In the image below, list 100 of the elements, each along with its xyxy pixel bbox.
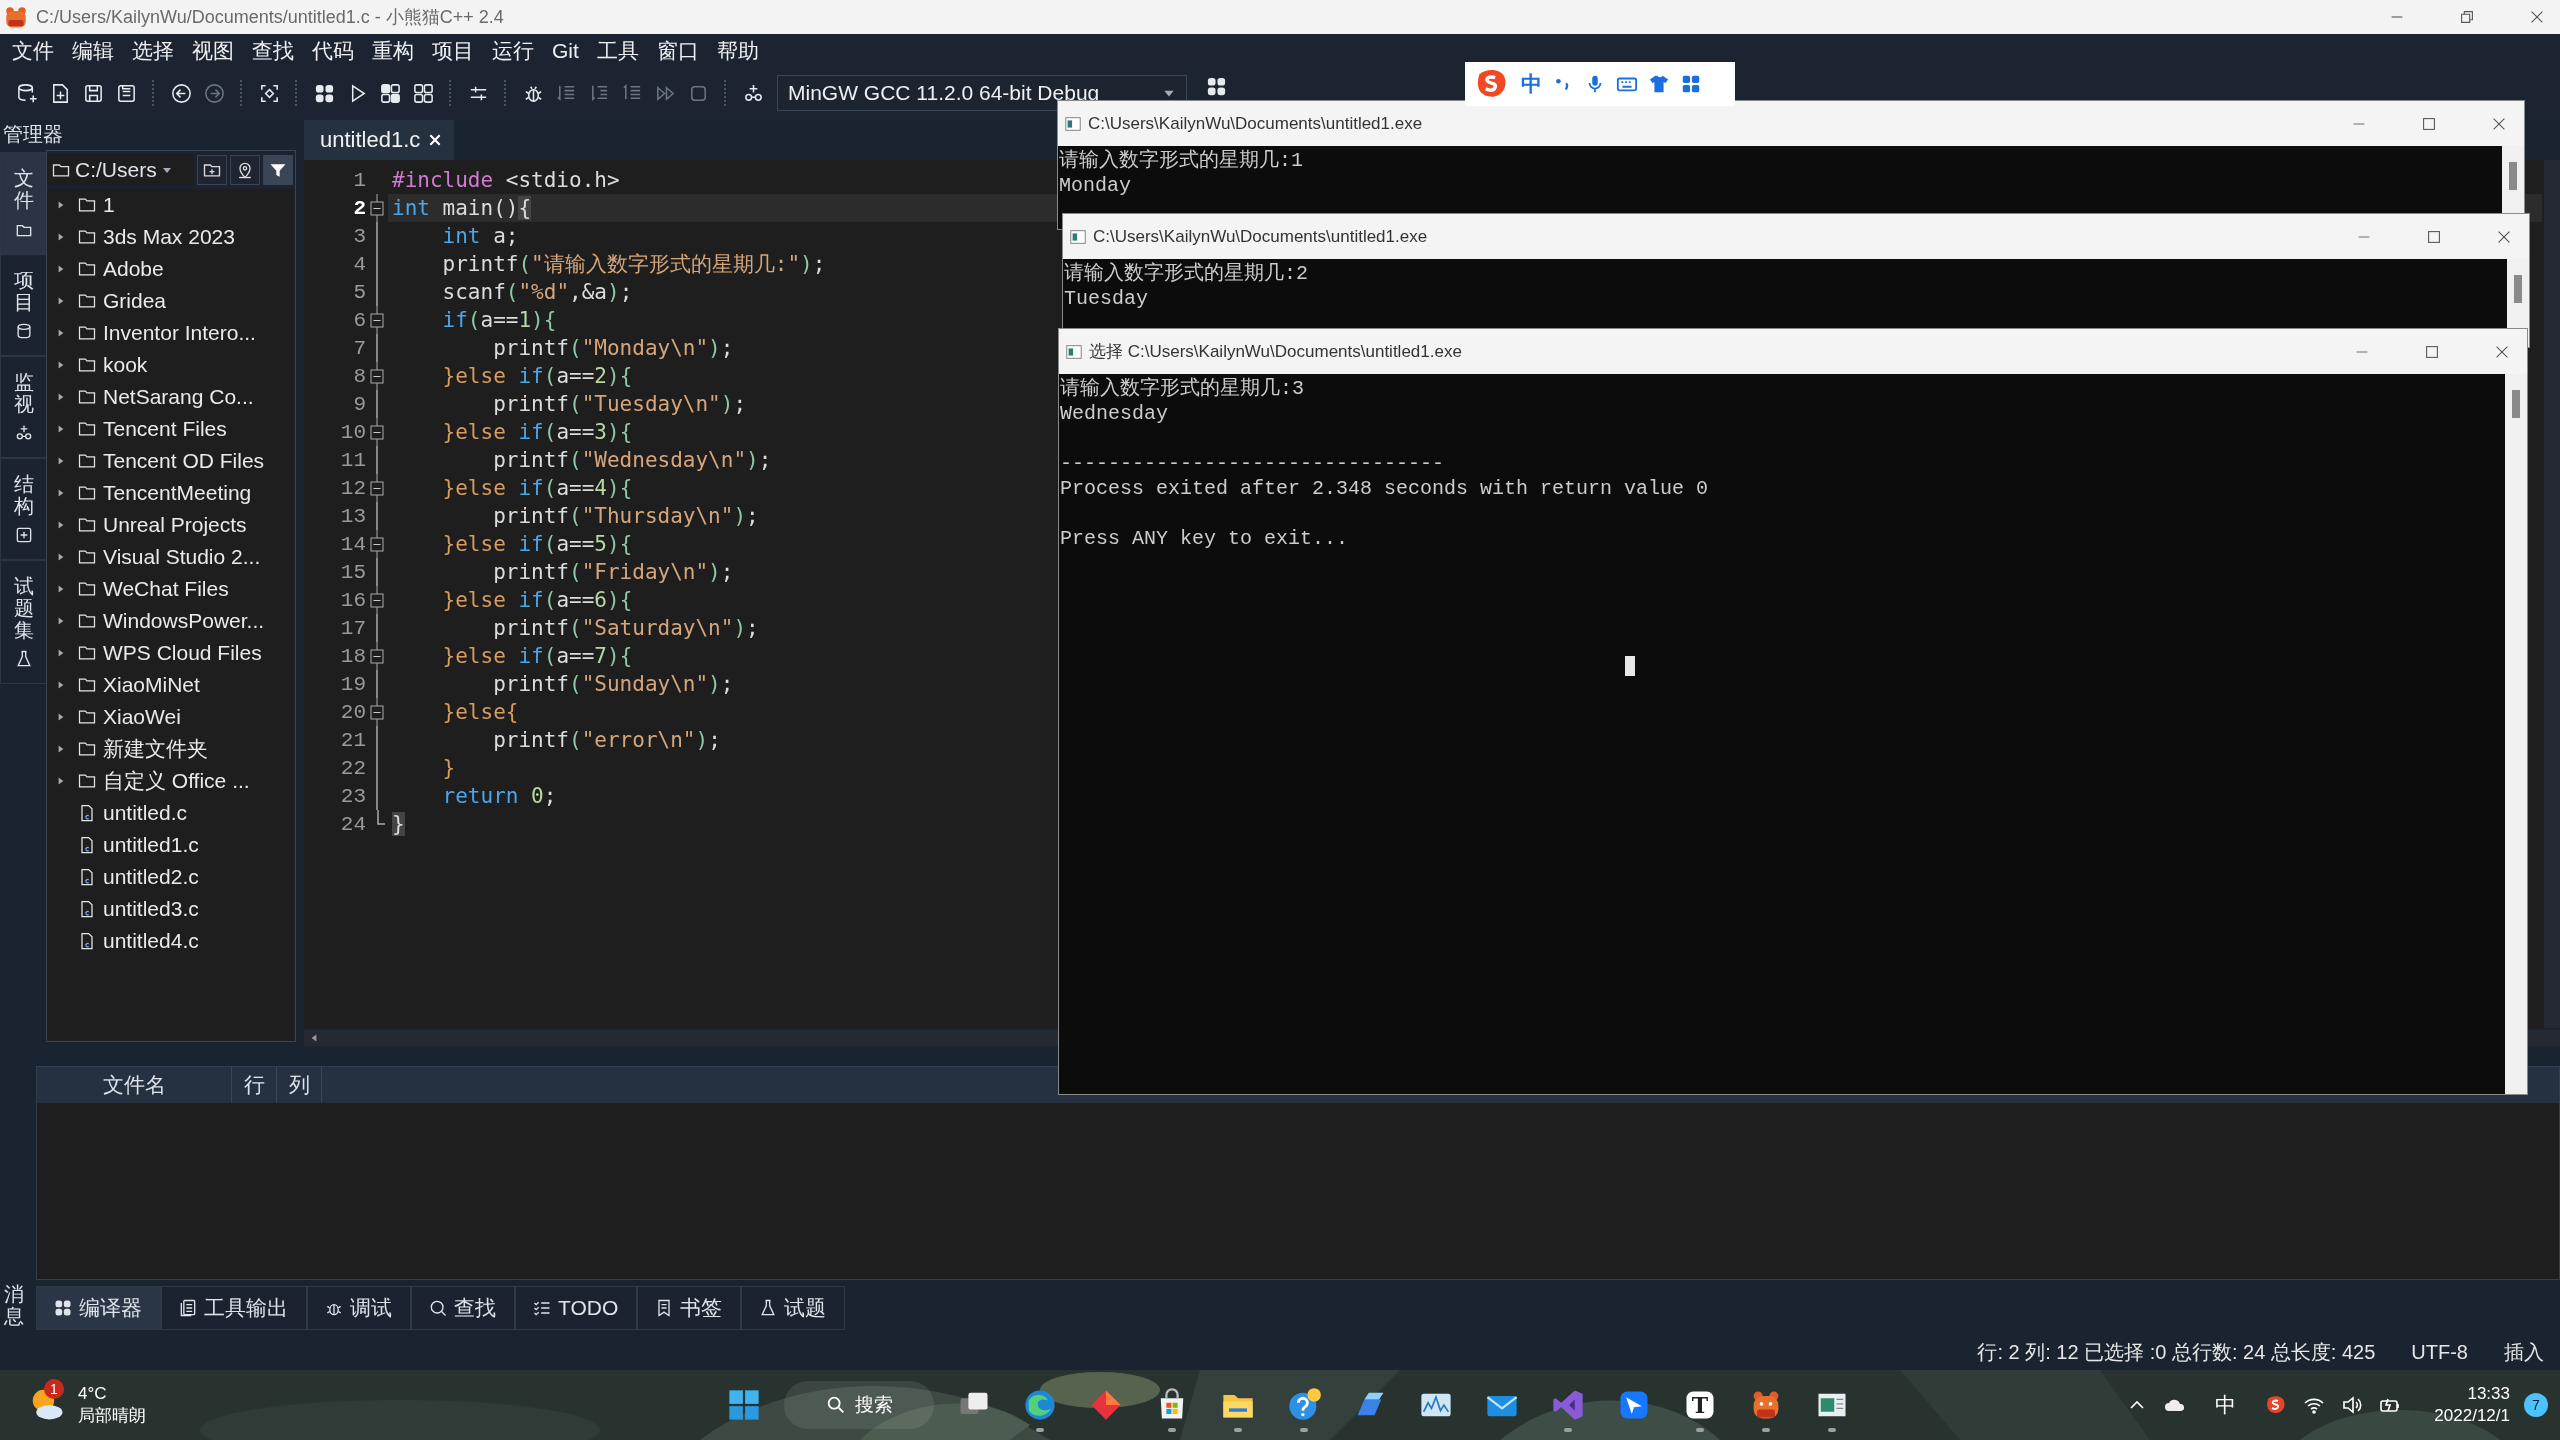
tree-item[interactable]: Unreal Projects — [47, 509, 295, 541]
scroll-thumb[interactable] — [2514, 275, 2522, 303]
tree-item[interactable]: Tencent OD Files — [47, 445, 295, 477]
fold-icon[interactable] — [367, 586, 387, 614]
menu-item[interactable]: 帮助 — [707, 37, 768, 65]
menu-item[interactable]: 选择 — [123, 37, 183, 65]
fold-icon[interactable] — [367, 530, 387, 558]
tree-item[interactable]: Tencent Files — [47, 413, 295, 445]
code-line: printf("Wednesday\n"); — [492, 447, 772, 474]
encoding-label[interactable]: UTF-8 — [2411, 1341, 2468, 1364]
scroll-thumb[interactable] — [2509, 162, 2517, 190]
line-number: 20 — [339, 700, 366, 724]
side-tab[interactable]: 监视 — [0, 356, 46, 458]
tree-item[interactable]: XiaoWei — [47, 701, 295, 733]
side-tab[interactable]: 结构 — [0, 458, 46, 560]
line-number: 5 — [352, 280, 366, 304]
tree-item[interactable]: 3ds Max 2023 — [47, 221, 295, 253]
panel-tab[interactable]: TODO — [515, 1286, 638, 1330]
menu-item[interactable]: 工具 — [587, 37, 648, 65]
grid-icon[interactable] — [1680, 73, 1702, 95]
side-tab[interactable]: 试题集 — [0, 560, 46, 684]
app-tile-button[interactable]: T — [1674, 1377, 1726, 1433]
item-name: untitled1.c — [103, 833, 199, 857]
tree-item[interactable]: Gridea — [47, 285, 295, 317]
fold-icon[interactable] — [367, 698, 387, 726]
code-line: }else if(a==5){ — [441, 531, 633, 558]
tree-item[interactable]: WPS Cloud Files — [47, 637, 295, 669]
panel-tab[interactable]: 调试 — [307, 1286, 411, 1330]
code-line: printf("请输入数字形式的星期几:"); — [441, 251, 826, 278]
panel-tab[interactable]: 工具输出 — [161, 1286, 307, 1330]
console-icon — [1064, 114, 1082, 133]
panel-tab[interactable]: 查找 — [411, 1286, 515, 1330]
code-line: printf("Sunday\n"); — [492, 671, 734, 698]
item-name: untitled2.c — [103, 865, 199, 889]
side-tab[interactable]: 项目 — [0, 254, 46, 356]
tree-item[interactable]: 新建文件夹 — [47, 733, 295, 765]
item-name: untitled.c — [103, 801, 188, 825]
search-field[interactable]: 搜索 — [784, 1381, 934, 1429]
line-number: 15 — [339, 560, 366, 584]
tree-item[interactable]: untitled1.c — [47, 829, 295, 861]
running-indicator — [1168, 1428, 1176, 1432]
tree-item[interactable]: TencentMeeting — [47, 477, 295, 509]
menu-item[interactable]: 代码 — [303, 37, 363, 65]
fold-icon[interactable] — [367, 474, 387, 502]
panel-tab[interactable]: 编译器 — [36, 1286, 161, 1330]
tree-item[interactable]: untitled3.c — [47, 893, 295, 925]
tree-item[interactable]: untitled.c — [47, 797, 295, 829]
running-indicator — [1696, 1428, 1704, 1432]
tree-item[interactable]: WeChat Files — [47, 573, 295, 605]
fold-icon[interactable] — [367, 418, 387, 446]
menu-item[interactable]: 窗口 — [647, 37, 708, 65]
menu-item[interactable]: 查找 — [243, 37, 303, 65]
side-tab[interactable]: 文件 — [0, 152, 46, 254]
clock[interactable]: 13:33 2022/12/1 — [2434, 1383, 2510, 1427]
search-icon — [428, 1298, 448, 1318]
menu-item[interactable]: 重构 — [363, 37, 423, 65]
fold-icon[interactable] — [367, 194, 387, 222]
restore-icon[interactable] — [2458, 8, 2476, 26]
tree-item[interactable]: 自定义 Office ... — [47, 765, 295, 797]
tree-item[interactable]: XiaoMiNet — [47, 669, 295, 701]
console-output: 请输入数字形式的星期几:3 — [1060, 376, 1305, 401]
folder-plus-button[interactable] — [197, 155, 227, 185]
column-header[interactable]: 文件名 — [37, 1067, 232, 1103]
input-mode-indicator[interactable]: 中 — [2215, 1391, 2237, 1419]
tree-item[interactable]: Adobe — [47, 253, 295, 285]
shirt-icon[interactable] — [1648, 73, 1670, 95]
menu-item[interactable]: 运行 — [483, 37, 543, 65]
column-header[interactable]: 行 — [232, 1067, 277, 1103]
fold-icon[interactable] — [367, 306, 387, 334]
column-header[interactable]: 列 — [277, 1067, 322, 1103]
tree-item[interactable]: kook — [47, 349, 295, 381]
tree-item[interactable]: Inventor Intero... — [47, 317, 295, 349]
editor-tab[interactable]: untitled1.c — [304, 120, 455, 160]
tree-item[interactable]: NetSarang Co... — [47, 381, 295, 413]
menu-item[interactable]: 视图 — [183, 37, 243, 65]
tree-item[interactable]: untitled4.c — [47, 925, 295, 957]
tree-item[interactable]: Visual Studio 2... — [47, 541, 295, 573]
panel-tab[interactable]: 试题 — [741, 1286, 846, 1330]
close-icon[interactable] — [428, 133, 443, 147]
help-icon — [1286, 1387, 1322, 1423]
tree-item[interactable]: 1 — [47, 189, 295, 221]
path-combo[interactable]: C:/Users — [47, 154, 194, 186]
menu-item[interactable]: 编辑 — [63, 37, 123, 65]
fold-icon[interactable] — [367, 362, 387, 390]
code-line: scanf("%d",&a); — [441, 279, 633, 306]
menu-item[interactable]: 文件 — [3, 37, 63, 65]
code-line: return 0; — [441, 783, 557, 810]
console-output: 请输入数字形式的星期几:1 — [1059, 148, 1304, 173]
console-output: Wednesday — [1060, 401, 1170, 426]
tree-item[interactable]: WindowsPower... — [47, 605, 295, 637]
menu-item[interactable]: Git — [543, 39, 588, 63]
menu-item[interactable]: 项目 — [423, 37, 483, 65]
input-mode-toggle[interactable]: 中 — [1521, 70, 1542, 98]
location-pin-button[interactable] — [230, 155, 260, 185]
panel-tab[interactable]: 书签 — [637, 1286, 742, 1330]
fold-icon[interactable] — [367, 642, 387, 670]
scroll-thumb[interactable] — [2512, 390, 2520, 418]
tree-item[interactable]: untitled2.c — [47, 861, 295, 893]
line-number: 12 — [339, 476, 366, 500]
filter-button[interactable] — [263, 155, 293, 185]
